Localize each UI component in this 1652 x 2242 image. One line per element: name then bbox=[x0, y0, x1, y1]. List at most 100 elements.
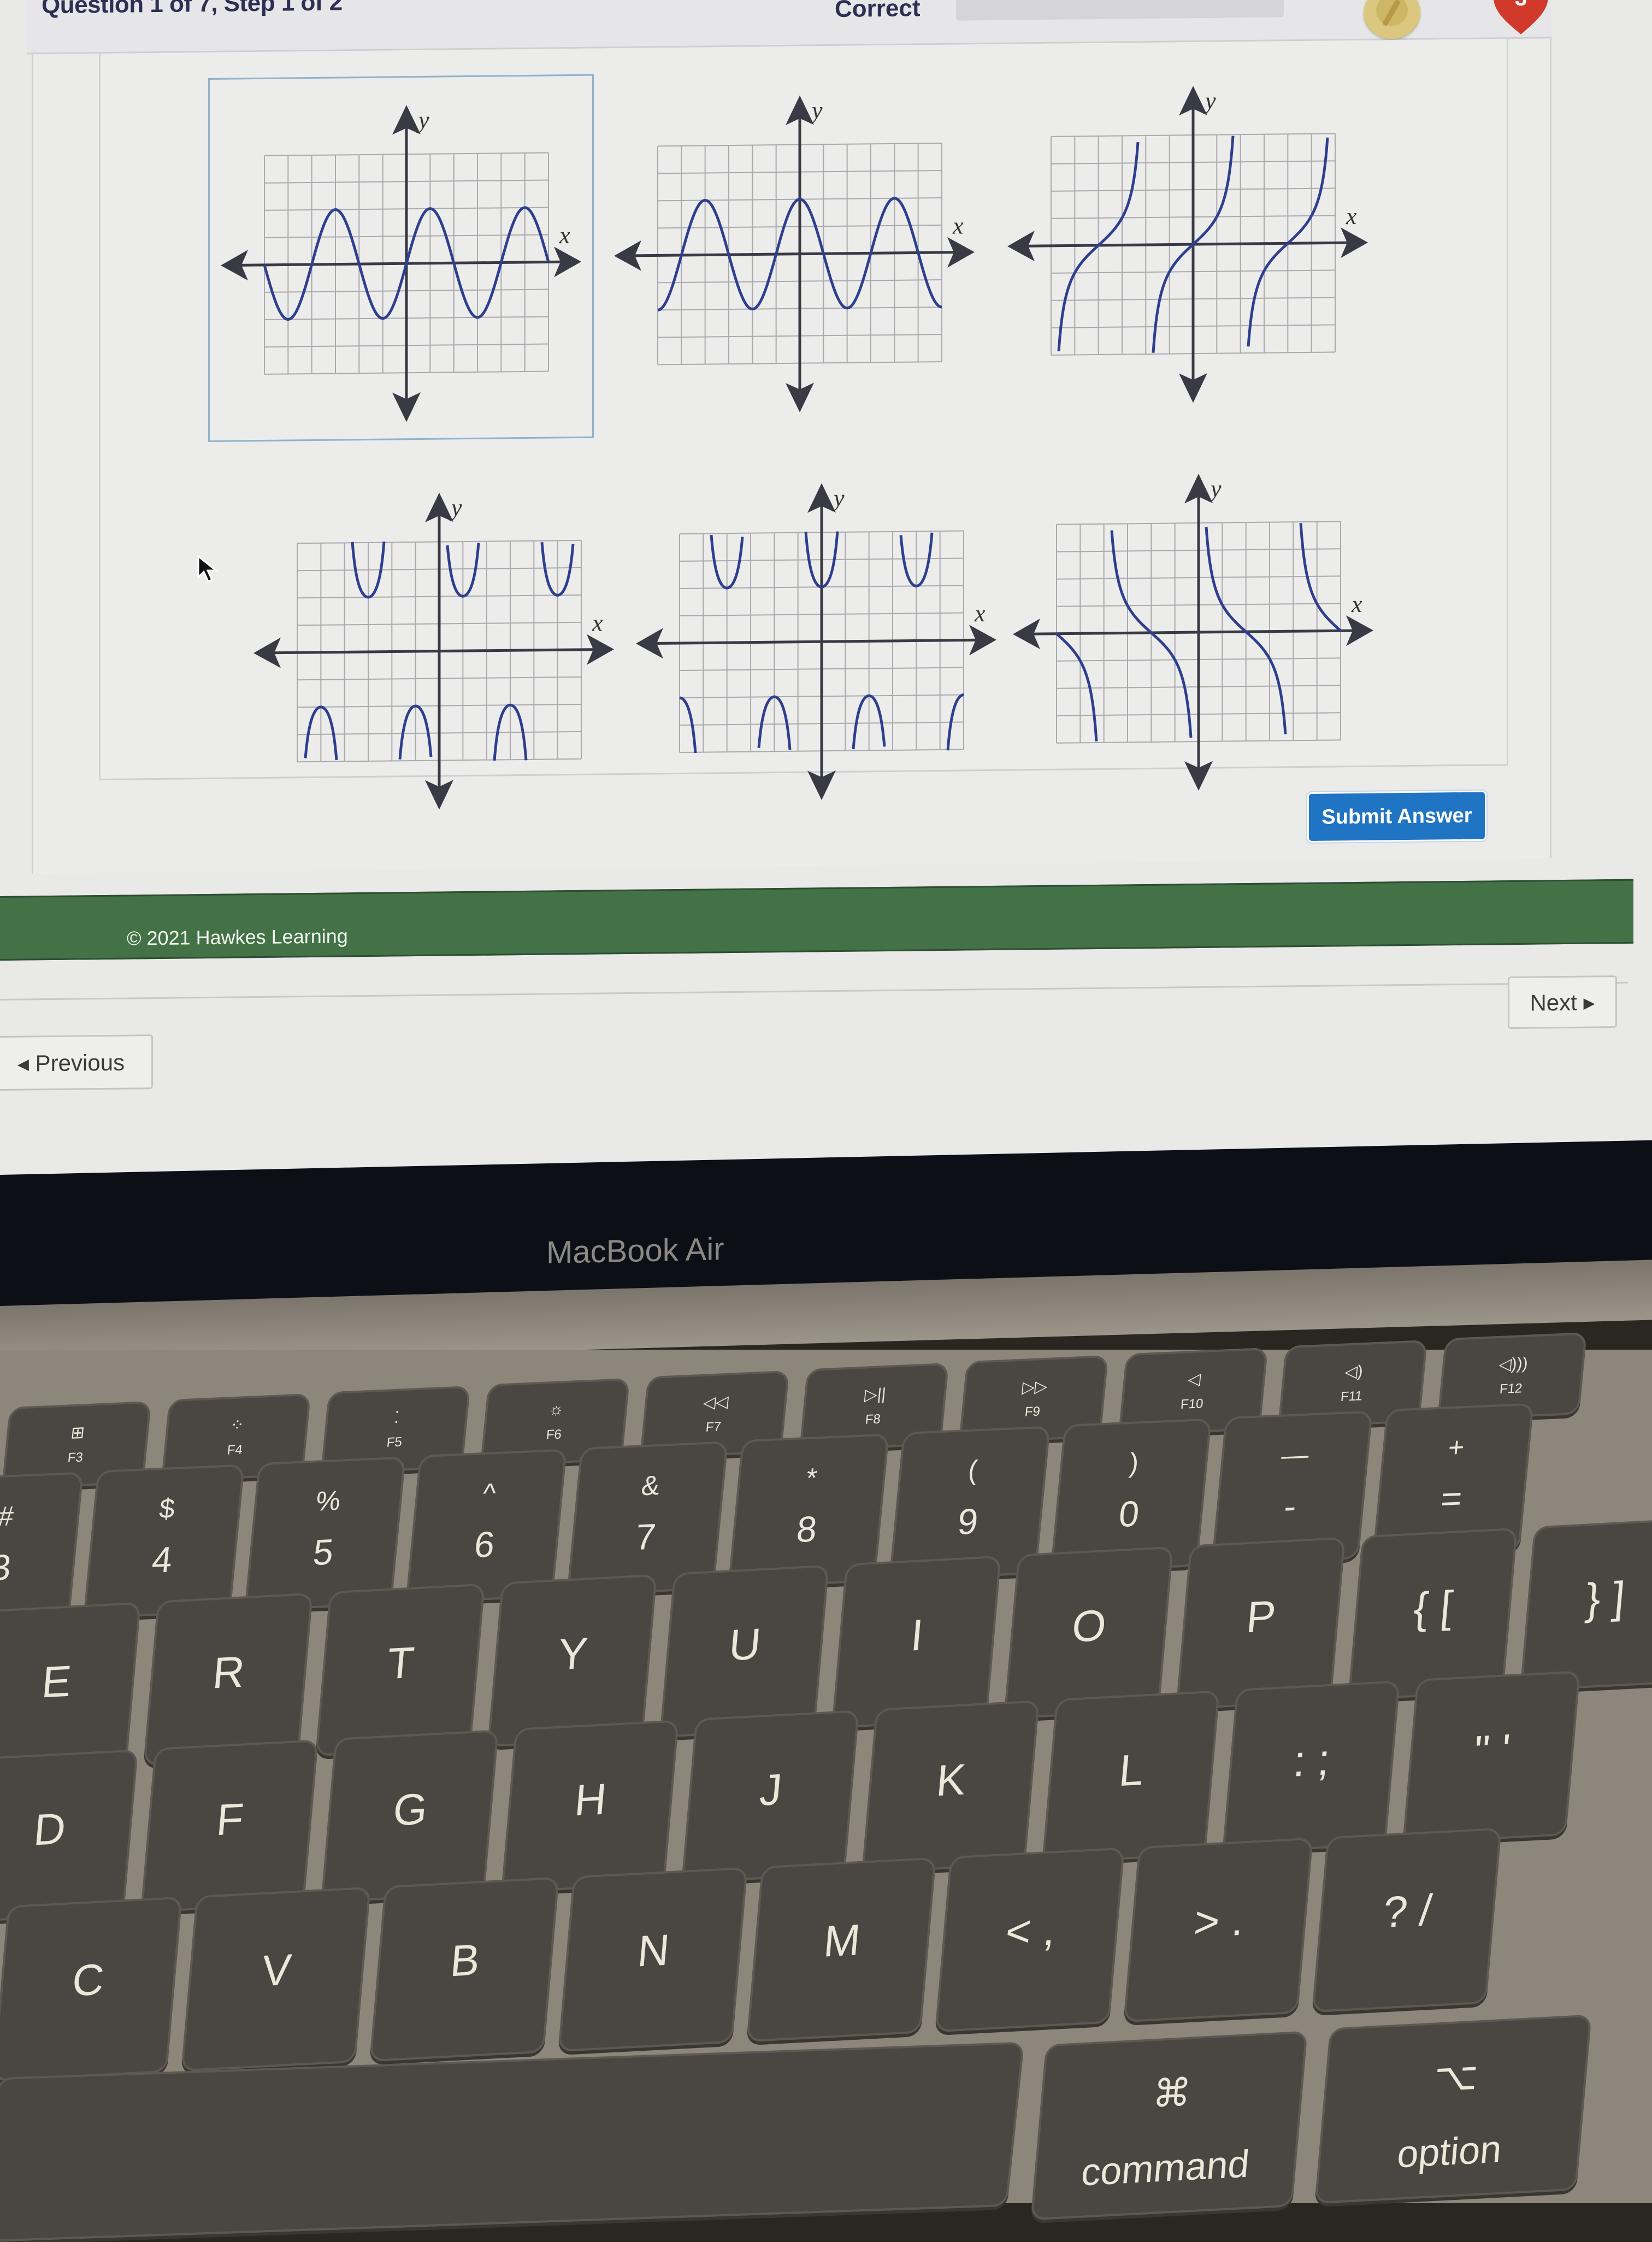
key-U[interactable]: U bbox=[659, 1564, 830, 1738]
key-V[interactable]: V bbox=[181, 1886, 371, 2072]
key-label: { [ bbox=[1412, 1581, 1455, 1633]
function-key-icon: ◁ bbox=[1187, 1370, 1202, 1389]
key-J[interactable]: J bbox=[681, 1710, 859, 1884]
function-key-icon: ⁘ bbox=[229, 1416, 245, 1435]
key-[interactable]: } ] bbox=[1519, 1518, 1652, 1692]
screen: Question 1 of 7, Step 1 of 2 Correct 3 y… bbox=[0, 0, 1652, 1181]
graph-option-cosecant[interactable]: yx bbox=[243, 463, 625, 828]
key-label: R bbox=[210, 1646, 247, 1698]
question-content: yx yx yx yx yx yx Submit Answer bbox=[32, 38, 1551, 874]
key-K[interactable]: K bbox=[862, 1700, 1040, 1874]
y-axis-label: y bbox=[831, 485, 845, 511]
function-key-icon: ⊞ bbox=[69, 1423, 86, 1443]
command-label: command bbox=[1079, 2142, 1252, 2194]
key-L[interactable]: L bbox=[1042, 1690, 1220, 1864]
graph-option-cotangent[interactable]: yx bbox=[1002, 444, 1384, 809]
x-axis-label: x bbox=[592, 609, 603, 636]
function-key-icon: ☼ bbox=[547, 1400, 565, 1419]
key-label: P bbox=[1244, 1591, 1278, 1642]
key-label: > . bbox=[1192, 1894, 1246, 1947]
number-key-5[interactable]: % 5 bbox=[244, 1456, 406, 1611]
graph-option-sine[interactable]: yx bbox=[208, 74, 594, 443]
key-C[interactable]: C bbox=[0, 1896, 182, 2082]
key-label: F bbox=[214, 1793, 246, 1845]
key-punct[interactable]: ? / bbox=[1312, 1827, 1502, 2013]
key-label: L bbox=[1117, 1745, 1146, 1795]
graph-option-cosine[interactable]: yx bbox=[603, 66, 986, 431]
key-label: N bbox=[635, 1925, 672, 1976]
key-punct[interactable]: < , bbox=[935, 1847, 1125, 2033]
key-shift-symbol: ( bbox=[966, 1455, 979, 1486]
key-main-symbol: 7 bbox=[633, 1515, 658, 1557]
graph-option-tangent[interactable]: yx bbox=[996, 57, 1379, 421]
key-shift-symbol: ) bbox=[1128, 1447, 1140, 1479]
key-main-symbol: 5 bbox=[311, 1531, 335, 1573]
key-label: J bbox=[758, 1764, 784, 1815]
key-label: V bbox=[259, 1944, 294, 1996]
key-Y[interactable]: Y bbox=[487, 1574, 658, 1747]
coin-icon bbox=[1364, 0, 1420, 39]
function-key-icon: ▷▷ bbox=[1021, 1378, 1048, 1397]
key-label: E bbox=[40, 1656, 74, 1707]
key-E[interactable]: E bbox=[0, 1602, 141, 1775]
function-key-label: F7 bbox=[705, 1419, 722, 1435]
key-shift-symbol: # bbox=[0, 1500, 15, 1532]
key-B[interactable]: B bbox=[369, 1876, 559, 2062]
function-key-icon: ⁚ bbox=[393, 1408, 400, 1427]
key-label: ? / bbox=[1381, 1885, 1434, 1937]
function-key-label: F11 bbox=[1340, 1388, 1363, 1404]
key-shift-symbol: & bbox=[640, 1469, 662, 1502]
key-G[interactable]: G bbox=[321, 1729, 499, 1903]
key-punct[interactable]: > . bbox=[1123, 1837, 1313, 2023]
option-key[interactable]: ⌥ option bbox=[1314, 2014, 1592, 2204]
question-step-label: Question 1 of 7, Step 1 of 2 bbox=[42, 0, 343, 19]
next-button[interactable]: Next ▸ bbox=[1508, 975, 1617, 1029]
key-label: H bbox=[573, 1774, 609, 1825]
key-O[interactable]: O bbox=[1003, 1546, 1174, 1720]
score-status: Correct bbox=[835, 0, 921, 22]
previous-button[interactable]: ◂ Previous bbox=[0, 1034, 153, 1091]
function-key-label: F5 bbox=[386, 1434, 403, 1450]
key-F[interactable]: F bbox=[140, 1739, 318, 1913]
divider bbox=[0, 981, 1628, 1001]
key-I[interactable]: I bbox=[831, 1555, 1002, 1729]
key-shift-symbol: % bbox=[314, 1485, 342, 1517]
spacebar[interactable] bbox=[0, 2041, 1025, 2242]
function-key-label: F8 bbox=[864, 1411, 882, 1427]
graph-cosine: yx bbox=[614, 95, 975, 413]
x-axis bbox=[264, 648, 603, 655]
key-main-symbol: = bbox=[1438, 1477, 1464, 1519]
key-label: Y bbox=[556, 1628, 590, 1679]
mouse-cursor-icon bbox=[197, 555, 219, 582]
key-P[interactable]: P bbox=[1175, 1537, 1346, 1710]
key-main-symbol: - bbox=[1282, 1485, 1299, 1527]
graph-cosecant: yx bbox=[253, 492, 614, 810]
key-main-symbol: 8 bbox=[794, 1508, 819, 1550]
key-label: < , bbox=[1004, 1904, 1058, 1957]
x-axis-label: x bbox=[952, 213, 964, 239]
key-label: M bbox=[822, 1915, 863, 1966]
y-axis-label: y bbox=[1203, 87, 1216, 114]
graph-option-secant[interactable]: yx bbox=[625, 454, 1007, 819]
function-key-label: F6 bbox=[545, 1426, 563, 1443]
key-T[interactable]: T bbox=[315, 1583, 486, 1757]
number-key-4[interactable]: $4 bbox=[83, 1464, 245, 1619]
progress-bar bbox=[956, 0, 1284, 21]
number-key-3[interactable]: #3 bbox=[0, 1472, 84, 1627]
x-axis bbox=[647, 638, 986, 645]
y-axis-label: y bbox=[1208, 475, 1222, 502]
x-axis-label: x bbox=[1351, 591, 1362, 617]
submit-answer-button[interactable]: Submit Answer bbox=[1307, 790, 1486, 843]
key-H[interactable]: H bbox=[501, 1720, 679, 1893]
key-N[interactable]: N bbox=[558, 1867, 748, 2052]
x-axis-label: x bbox=[559, 222, 570, 249]
command-key[interactable]: ⌘ command bbox=[1030, 2031, 1308, 2221]
key-M[interactable]: M bbox=[746, 1857, 936, 2043]
key-punct[interactable]: : ; bbox=[1222, 1680, 1400, 1854]
x-axis-label: x bbox=[1346, 203, 1357, 230]
key-R[interactable]: R bbox=[143, 1592, 314, 1766]
function-key-label: F10 bbox=[1179, 1396, 1204, 1412]
key-punct[interactable]: " ' bbox=[1402, 1670, 1580, 1844]
key-D[interactable]: D bbox=[0, 1749, 138, 1923]
graph-sine: yx bbox=[221, 105, 581, 422]
